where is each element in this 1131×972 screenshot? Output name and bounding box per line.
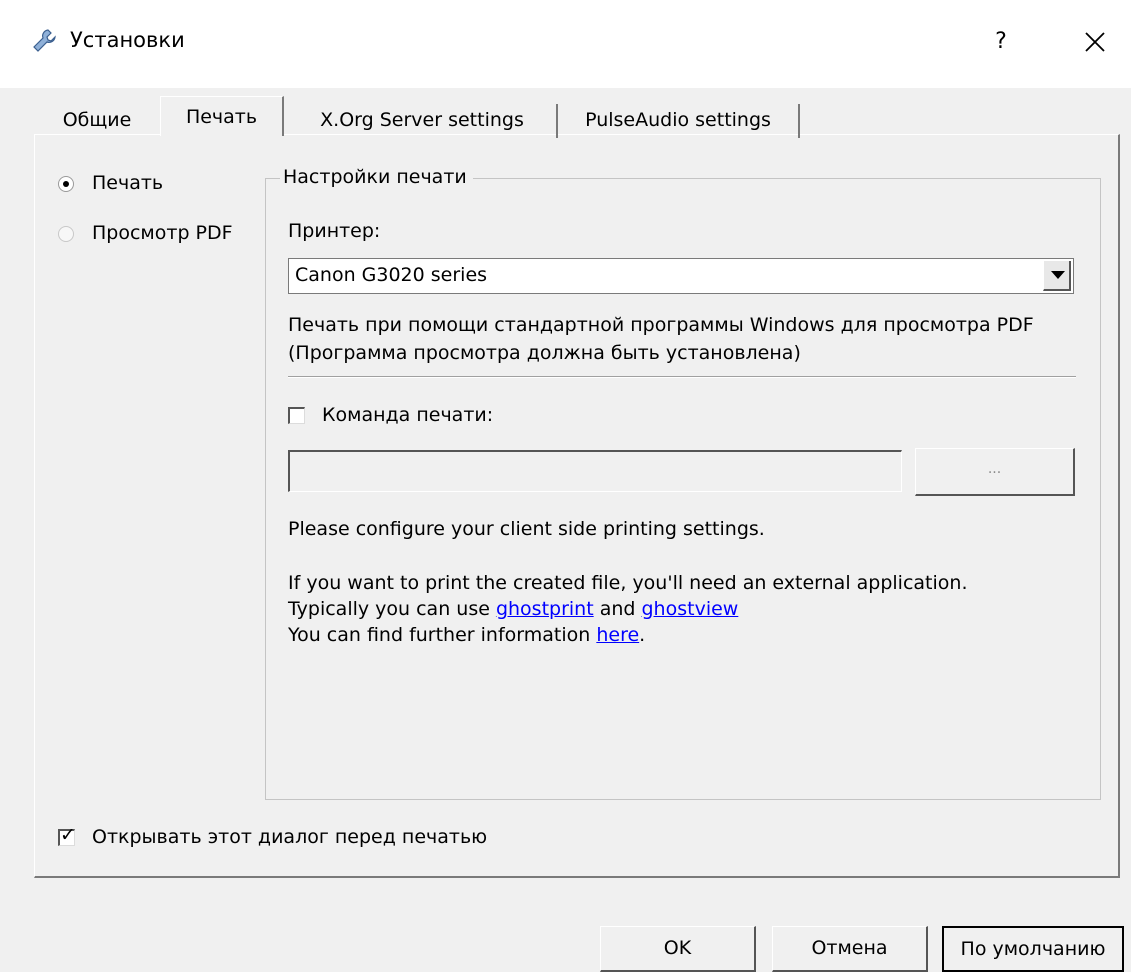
print-command-option[interactable]: Команда печати:	[288, 404, 548, 432]
chevron-down-icon[interactable]	[1043, 261, 1071, 291]
print-command-checkbox[interactable]	[288, 407, 305, 424]
further-prefix: You can find further information	[288, 624, 597, 646]
ghostview-link[interactable]: ghostview	[642, 598, 739, 620]
radio-selected-dot	[63, 181, 69, 187]
ok-button[interactable]: OK	[600, 926, 756, 972]
tab-general[interactable]: Общие	[34, 104, 160, 136]
divider	[288, 376, 1076, 378]
cancel-button[interactable]: Отмена	[772, 926, 928, 972]
info-line-2: (Программа просмотра должна быть установ…	[288, 342, 801, 364]
show-dialog-option[interactable]: ✓ Открывать этот диалог перед печатью	[58, 826, 538, 854]
tab-pulseaudio-settings[interactable]: PulseAudio settings	[560, 104, 796, 136]
here-link[interactable]: here	[596, 624, 639, 646]
print-command-label: Команда печати:	[322, 404, 494, 426]
print-settings-group-title: Настройки печати	[280, 166, 473, 188]
info-line-1: Печать при помощи стандартной программы …	[288, 314, 1034, 336]
title-bar: Установки ?	[0, 0, 1131, 88]
printer-select[interactable]: Canon G3020 series	[288, 258, 1074, 294]
defaults-button[interactable]: По умолчанию	[942, 926, 1124, 972]
further-info-line: You can find further information here.	[288, 624, 645, 646]
checkmark-icon: ✓	[60, 824, 76, 846]
ghostprint-link[interactable]: ghostprint	[496, 598, 594, 620]
configure-text: Please configure your client side printi…	[288, 518, 765, 540]
tab-xorg-server-settings[interactable]: X.Org Server settings	[286, 104, 558, 136]
print-command-input[interactable]	[288, 450, 902, 492]
show-dialog-label: Открывать этот диалог перед печатью	[92, 826, 488, 848]
tab-separator	[556, 104, 558, 138]
printer-label: Принтер:	[288, 220, 381, 242]
close-button[interactable]	[1070, 22, 1120, 62]
close-icon	[1085, 32, 1105, 52]
printer-select-value: Canon G3020 series	[295, 264, 488, 286]
radio-button-pdf-view[interactable]	[58, 226, 74, 242]
radio-button-print[interactable]	[58, 176, 74, 192]
external-app-text: If you want to print the created file, y…	[288, 572, 968, 594]
typical-prefix: Typically you can use	[288, 598, 496, 620]
wrench-icon	[33, 29, 56, 52]
browse-button[interactable]: ...	[915, 448, 1075, 496]
radio-print-label: Печать	[92, 172, 164, 194]
radio-pdf-view-label: Просмотр PDF	[92, 222, 233, 244]
window-title: Установки	[70, 28, 185, 52]
help-button[interactable]: ?	[978, 22, 1024, 62]
show-dialog-checkbox[interactable]: ✓	[58, 824, 76, 846]
radio-print[interactable]: Печать	[58, 172, 258, 200]
further-suffix: .	[639, 624, 646, 646]
typical-apps-line: Typically you can use ghostprint and gho…	[288, 598, 738, 620]
tab-separator	[798, 104, 800, 138]
tab-print[interactable]: Печать	[160, 96, 284, 136]
radio-pdf-view[interactable]: Просмотр PDF	[58, 222, 258, 250]
and-text: and	[593, 598, 642, 620]
